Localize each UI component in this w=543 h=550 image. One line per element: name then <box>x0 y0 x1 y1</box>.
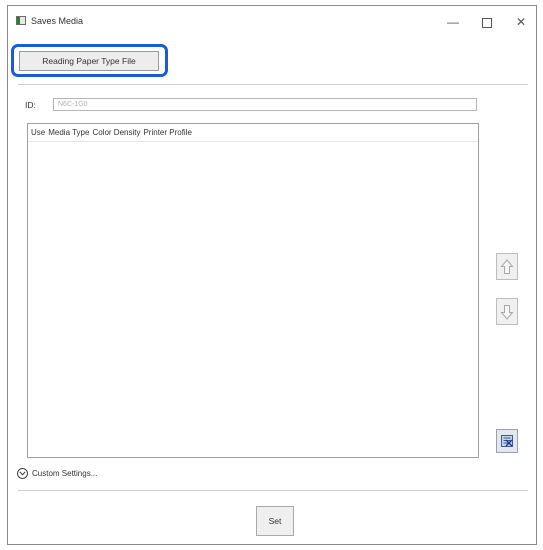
window-title: Saves Media <box>31 16 84 26</box>
media-list[interactable]: Use Media Type Color Density Printer Profil… <box>27 123 479 458</box>
reading-paper-type-file-button[interactable]: Reading Paper Type File <box>19 51 159 71</box>
app-icon <box>16 16 26 25</box>
column-header-media-type[interactable]: Media Type <box>45 124 89 141</box>
column-header-printer-profile[interactable]: Printer Profile <box>140 124 191 141</box>
clear-list-button[interactable] <box>496 429 518 453</box>
column-header-color-density[interactable]: Color Density <box>89 124 140 141</box>
title-bar: Saves Media — ✕ <box>8 6 536 36</box>
separator <box>18 490 528 491</box>
minimize-button[interactable]: — <box>440 12 466 32</box>
maximize-button[interactable] <box>474 12 500 32</box>
move-up-button[interactable] <box>496 253 518 280</box>
id-field[interactable] <box>53 98 477 111</box>
close-button[interactable]: ✕ <box>508 12 534 32</box>
set-button[interactable]: Set <box>256 506 294 536</box>
id-label: ID: <box>25 100 36 110</box>
arrow-down-icon <box>500 304 514 320</box>
move-down-button[interactable] <box>496 298 518 325</box>
separator <box>18 84 528 85</box>
maximize-icon <box>482 17 492 28</box>
list-header: Use Media Type Color Density Printer Profil… <box>28 124 478 142</box>
arrow-up-icon <box>500 258 514 274</box>
chevron-down-icon <box>17 467 28 479</box>
column-header-use[interactable]: Use <box>28 124 45 141</box>
custom-settings-label: Custom Settings... <box>32 468 98 478</box>
saves-media-window: Saves Media — ✕ Reading Paper Type File … <box>7 5 537 545</box>
clear-list-icon <box>501 435 513 447</box>
custom-settings-toggle[interactable]: Custom Settings... <box>17 466 97 480</box>
